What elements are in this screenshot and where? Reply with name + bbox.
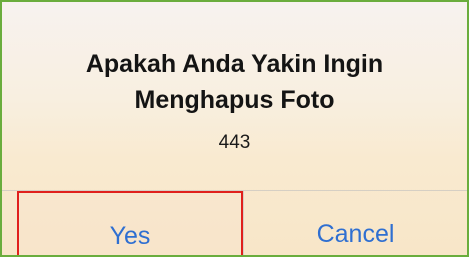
dialog-title-line-2: Menghapus Foto [134,86,335,114]
dialog-title: Apakah Anda Yakin Ingin Menghapus Foto [2,46,467,118]
confirm-delete-dialog: Apakah Anda Yakin Ingin Menghapus Foto 4… [2,2,467,255]
cancel-button[interactable]: Cancel [244,191,467,255]
dialog-message: 443 [218,132,251,153]
yes-button[interactable]: Yes [17,191,243,255]
dialog-title-line-1: Apakah Anda Yakin Ingin [85,50,384,78]
screenshot-frame: Apakah Anda Yakin Ingin Menghapus Foto 4… [0,0,469,257]
